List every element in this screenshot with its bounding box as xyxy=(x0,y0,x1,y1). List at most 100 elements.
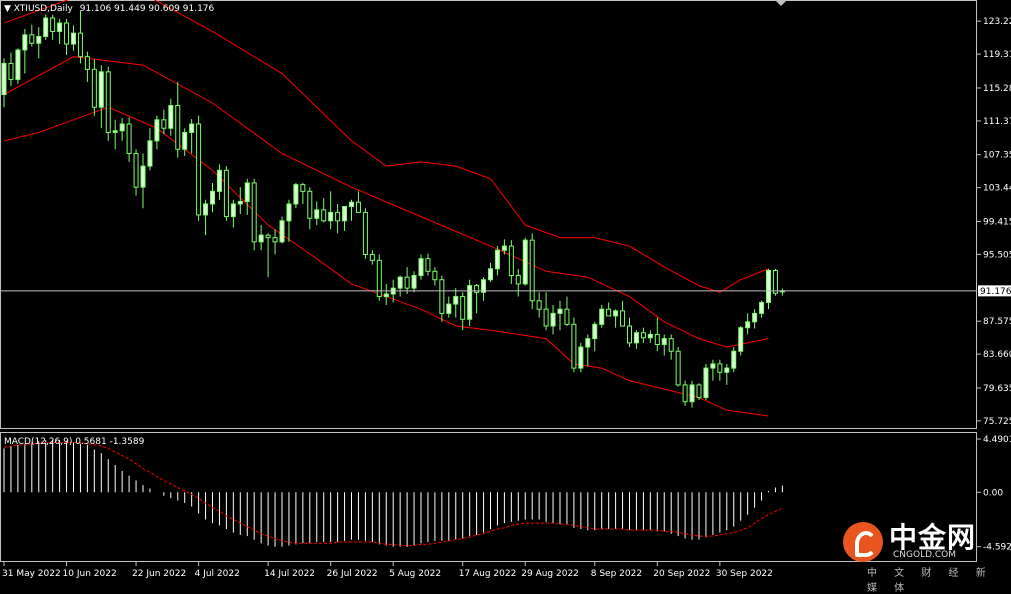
candle-body xyxy=(717,363,723,373)
candle-body xyxy=(439,279,445,314)
candle-body xyxy=(453,296,459,305)
candle-body xyxy=(564,308,570,325)
cngold-watermark: 中金网 CNGOLD.COM 中 文 财 经 新 媒 体 xyxy=(843,514,1003,594)
candle-body xyxy=(529,239,535,302)
candle-body xyxy=(71,32,76,45)
candle-body xyxy=(633,332,639,344)
time-tick-label: 10 Jun 2022 xyxy=(63,569,117,579)
candle-body xyxy=(64,22,70,45)
candle-body xyxy=(43,17,49,38)
candle-body xyxy=(272,237,278,243)
macd-tick-label: 0.00 xyxy=(983,488,1003,498)
trading-chart[interactable]: 123.225 119.310 115.285 111.370 107.355 103.4… xyxy=(0,0,1011,584)
candle-body xyxy=(397,276,403,289)
candle-body xyxy=(119,123,125,132)
candle-body xyxy=(203,203,209,216)
candle-body xyxy=(682,384,688,403)
price-tick-label: 111.370 xyxy=(983,117,1011,127)
candle-body xyxy=(654,333,660,346)
price-tick-label: 95.505 xyxy=(983,250,1011,260)
time-axis: 31 May 2022 10 Jun 2022 22 Jun 2022 4 Jul 2… xyxy=(2,562,773,579)
candle-body xyxy=(522,239,528,285)
candle-body xyxy=(536,300,542,310)
candle-body xyxy=(189,123,195,133)
candle-body xyxy=(57,22,63,32)
price-tick-label: 79.635 xyxy=(983,384,1011,394)
price-tick-label: 87.575 xyxy=(983,317,1011,327)
candle-body xyxy=(772,269,778,294)
candle-body xyxy=(168,105,174,129)
candle-body xyxy=(620,310,626,327)
scroll-marker-icon[interactable] xyxy=(776,1,786,6)
candle-body xyxy=(571,323,577,369)
time-tick-label: 31 May 2022 xyxy=(2,569,61,579)
candle-body xyxy=(342,206,348,222)
candle-body xyxy=(314,209,320,219)
candle-body xyxy=(244,182,250,202)
candle-body xyxy=(286,203,292,222)
price-tick-label: 119.310 xyxy=(983,50,1011,60)
candle-body xyxy=(411,275,417,289)
candle-body xyxy=(1,62,7,96)
candle-body xyxy=(696,384,702,399)
candle-body xyxy=(703,367,709,399)
price-tick-label: 75.725 xyxy=(983,417,1011,427)
candle-body xyxy=(8,62,14,80)
candle-body xyxy=(22,34,28,51)
candle-body xyxy=(752,312,758,323)
candle-body xyxy=(29,34,35,44)
candle-body xyxy=(501,245,507,251)
candle-body xyxy=(335,211,341,222)
candle-body xyxy=(613,310,619,317)
candle-body xyxy=(647,333,653,339)
candle-body xyxy=(321,209,327,222)
candle-body xyxy=(349,201,354,208)
candle-body xyxy=(446,303,452,314)
candle-body xyxy=(606,308,612,317)
candle-body xyxy=(307,190,313,219)
symbol-label: XTIUSD,Daily xyxy=(13,4,73,14)
candlestick-series xyxy=(1,10,785,408)
candle-body xyxy=(550,312,556,327)
macd-histogram xyxy=(3,440,783,547)
candle-body xyxy=(557,308,563,314)
candle-body xyxy=(50,17,56,32)
candle-body xyxy=(223,169,229,218)
candle-body xyxy=(592,323,598,340)
candle-body xyxy=(147,140,153,167)
candle-body xyxy=(460,296,466,320)
candle-body xyxy=(84,56,90,70)
time-tick-label: 26 Jul 2022 xyxy=(327,569,378,579)
price-tick-label: 83.660 xyxy=(983,350,1011,360)
candle-body xyxy=(599,308,605,325)
candle-body xyxy=(494,249,500,270)
price-tick-label: 107.355 xyxy=(983,151,1011,161)
time-tick-label: 22 Jun 2022 xyxy=(132,569,186,579)
price-tick-label: 103.440 xyxy=(983,184,1011,194)
candle-body xyxy=(182,131,188,150)
candle-body xyxy=(724,367,730,373)
candle-body xyxy=(488,268,493,281)
candle-body xyxy=(210,190,215,205)
watermark-tagline: 中 文 财 经 新 媒 体 xyxy=(867,568,993,594)
candle-body xyxy=(508,245,514,277)
candle-body xyxy=(105,71,111,133)
candle-body xyxy=(710,363,716,369)
candle-body xyxy=(91,68,97,108)
candle-body xyxy=(293,184,299,205)
price-tick-label: 123.225 xyxy=(983,17,1011,27)
price-axis: 123.225 119.310 115.285 111.370 107.355 103.4… xyxy=(977,17,1011,427)
candle-body xyxy=(661,338,667,346)
candle-body xyxy=(230,203,236,218)
candle-body xyxy=(258,234,264,243)
candle-body xyxy=(383,293,389,298)
band-lower-line xyxy=(3,106,769,417)
header-arrow-icon[interactable]: ▼ xyxy=(4,4,11,14)
candle-body xyxy=(355,201,361,213)
candle-body xyxy=(251,182,257,243)
candle-body xyxy=(265,234,271,239)
candle-body xyxy=(154,119,160,142)
candle-body xyxy=(668,338,674,352)
chart-header: ▼ XTIUSD,Daily 91.106 91.449 90.609 91.1… xyxy=(4,4,214,14)
candle-body xyxy=(432,270,438,281)
